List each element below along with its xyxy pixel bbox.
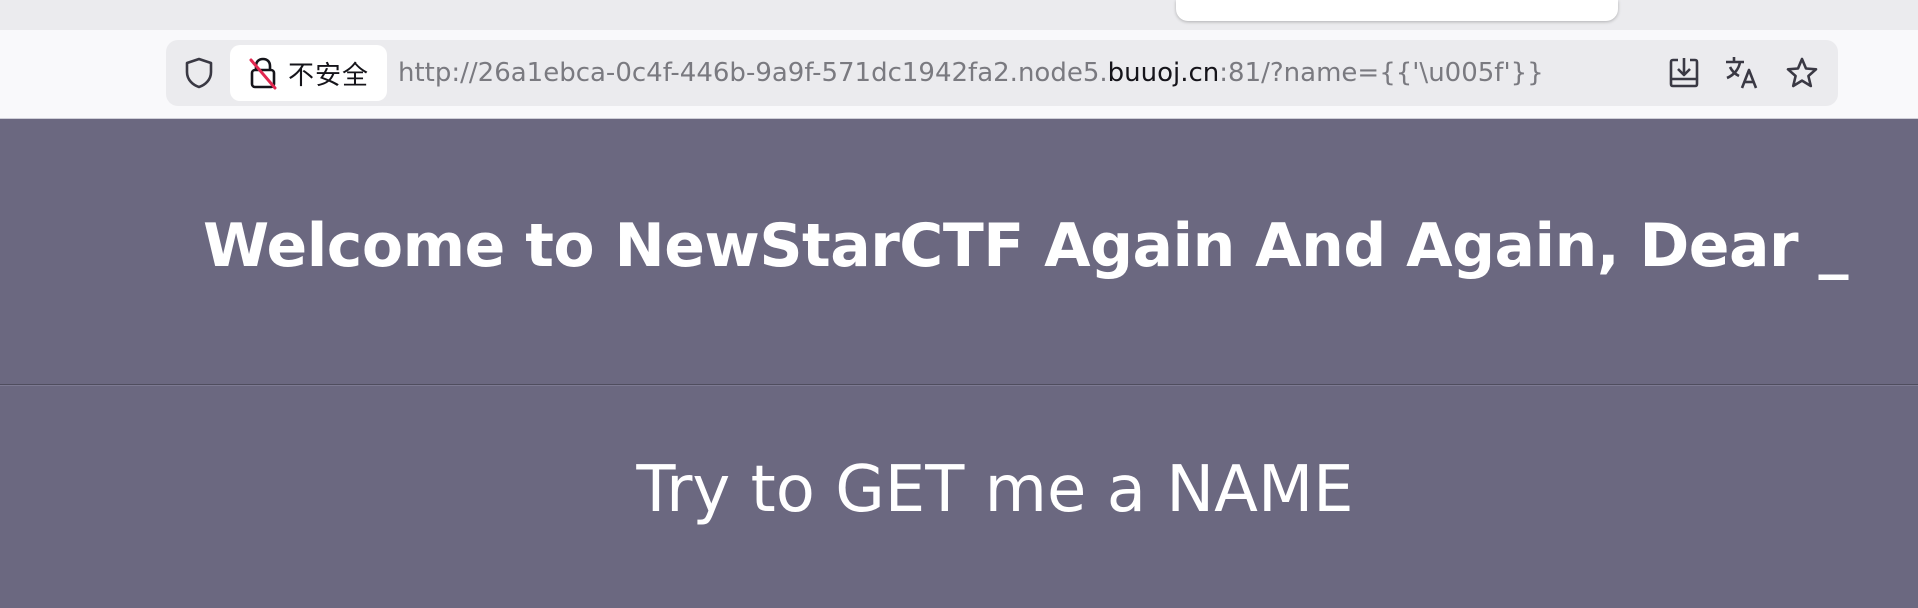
download-icon[interactable] [1666,55,1702,91]
address-bar[interactable]: 不安全 http://26a1ebca-0c4f-446b-9a9f-571dc… [166,40,1838,106]
browser-toolbar: 不安全 http://26a1ebca-0c4f-446b-9a9f-571dc… [0,30,1918,119]
url-domain: buuoj.cn [1107,58,1220,88]
site-security-indicator[interactable]: 不安全 [230,45,387,101]
page-title: Welcome to NewStarCTF Again And Again, D… [203,211,1848,281]
url-text[interactable]: http://26a1ebca-0c4f-446b-9a9f-571dc1942… [398,40,1544,106]
not-secure-label: 不安全 [288,60,370,91]
get-name-prompt: Try to GET me a NAME [636,453,1354,527]
not-secure-lock-icon [246,56,280,90]
bookmark-star-icon[interactable] [1784,55,1820,91]
welcome-banner: Welcome to NewStarCTF Again And Again, D… [0,119,1918,384]
prompt-section: Try to GET me a NAME [0,386,1918,608]
shield-icon[interactable] [182,56,216,90]
url-suffix: :81/?name={{'\u005f'}} [1219,58,1544,88]
url-prefix: http://26a1ebca-0c4f-446b-9a9f-571dc1942… [398,58,1108,88]
translate-icon[interactable] [1724,55,1760,91]
dropdown-popup [1176,0,1618,21]
tab-strip [0,0,1918,30]
